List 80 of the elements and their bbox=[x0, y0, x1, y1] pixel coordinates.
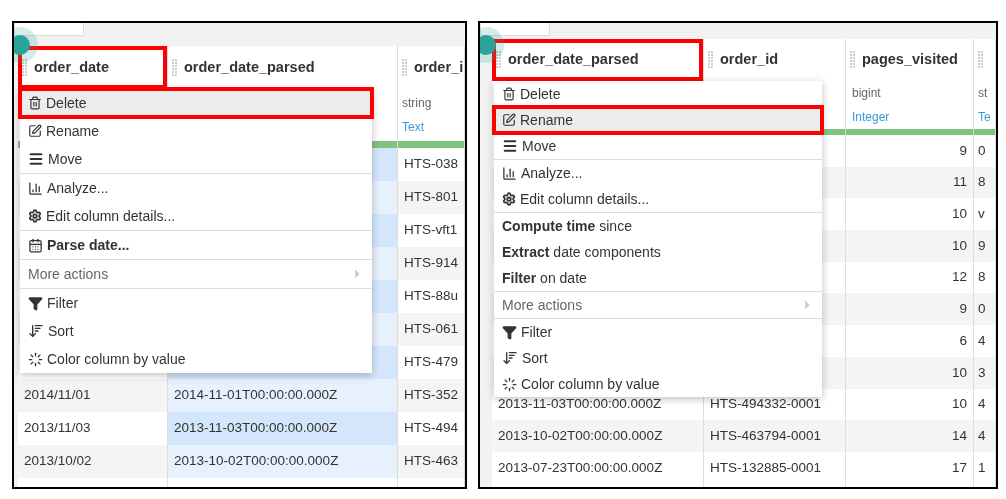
menu-item[interactable]: Extract date components bbox=[494, 239, 822, 265]
table-cell: 9 bbox=[974, 230, 995, 262]
edit-icon bbox=[28, 124, 42, 138]
table-cell: 11 bbox=[846, 166, 973, 199]
ring-icon bbox=[502, 376, 517, 392]
storage-type: string bbox=[402, 95, 433, 112]
table-cell: 2014/11/01 bbox=[18, 379, 167, 412]
drag-handle-icon[interactable] bbox=[172, 58, 178, 77]
table-cell: 2013-11-03T00:00:00.000Z bbox=[168, 412, 397, 445]
menu-item[interactable]: Move bbox=[494, 133, 822, 159]
table-cell: 2013-10-02T00:00:00.000Z bbox=[168, 445, 397, 478]
trash-icon bbox=[502, 87, 516, 101]
menu-item[interactable]: Rename bbox=[20, 117, 372, 145]
menu-item[interactable]: Delete bbox=[20, 89, 372, 117]
menu-item[interactable]: Color column by value bbox=[20, 345, 372, 373]
table-cell: 2013/10/02 bbox=[18, 445, 167, 478]
menu-item[interactable]: Edit column details... bbox=[494, 186, 822, 212]
column-name: order_date_parsed bbox=[184, 57, 315, 77]
drag-handle-icon[interactable] bbox=[496, 51, 502, 69]
sort-icon bbox=[28, 323, 44, 339]
tab[interactable] bbox=[480, 23, 550, 36]
menu-item[interactable]: Sort bbox=[494, 345, 822, 371]
table-cell: 4 bbox=[974, 420, 995, 452]
tab[interactable] bbox=[14, 23, 84, 36]
table-cell: 2014-11-01T00:00:00.000Z bbox=[168, 379, 397, 412]
column-header[interactable]: order_date_parsed bbox=[492, 39, 703, 81]
table-cell: HTS-463794-0001 bbox=[704, 420, 845, 452]
menu-item[interactable]: Move bbox=[20, 145, 372, 173]
funnel-icon bbox=[28, 295, 43, 311]
calendar-icon bbox=[28, 237, 43, 253]
column-name: order_date_parsed bbox=[508, 50, 639, 70]
trash-icon bbox=[28, 96, 42, 110]
menu-item[interactable]: Analyze... bbox=[20, 174, 372, 202]
menu-item[interactable]: Filter bbox=[20, 289, 372, 317]
menu-item[interactable]: Sort bbox=[20, 317, 372, 345]
table-cell: HTS-352 bbox=[398, 379, 464, 412]
drag-handle-icon[interactable] bbox=[978, 51, 984, 69]
settings-icon bbox=[28, 209, 42, 223]
edit-icon bbox=[502, 113, 516, 127]
drag-handle-icon[interactable] bbox=[708, 51, 714, 69]
menu-item[interactable]: More actions bbox=[20, 260, 372, 288]
menu-item[interactable]: Delete bbox=[494, 81, 822, 107]
funnel-icon bbox=[502, 324, 517, 340]
table-cell: 3 bbox=[974, 356, 995, 389]
table-cell: 9 bbox=[846, 293, 973, 326]
column-name: order_i bbox=[414, 57, 464, 77]
lines-icon bbox=[502, 138, 518, 154]
menu-item[interactable]: Filter bbox=[494, 319, 822, 345]
drag-handle-icon[interactable] bbox=[22, 58, 28, 77]
column-header[interactable]: order_date bbox=[18, 46, 167, 89]
settings-icon bbox=[502, 192, 516, 206]
table-cell: 10 bbox=[846, 356, 973, 389]
table-cell: HTS-061 bbox=[398, 313, 464, 346]
table-cell: 10 bbox=[846, 230, 973, 262]
column-name: pages_visited bbox=[862, 50, 958, 70]
menu-item[interactable]: Parse date... bbox=[20, 231, 372, 259]
storage-type: bigint bbox=[852, 85, 882, 102]
menu-item[interactable]: Edit column details... bbox=[20, 202, 372, 230]
sort-icon bbox=[502, 350, 518, 366]
table-cell: 8 bbox=[974, 166, 995, 199]
table-cell: HTS-914 bbox=[398, 247, 464, 280]
menu-item[interactable]: Rename bbox=[494, 107, 822, 133]
menu-item[interactable]: Analyze... bbox=[494, 160, 822, 186]
table-cell: HTS-463 bbox=[398, 445, 464, 478]
storage-type: st bbox=[978, 85, 989, 102]
bar-chart-icon bbox=[502, 165, 517, 181]
bar-chart-icon bbox=[28, 180, 43, 196]
drag-handle-icon[interactable] bbox=[850, 51, 856, 69]
drag-handle-icon[interactable] bbox=[402, 58, 408, 77]
table-cell: 14 bbox=[846, 420, 973, 452]
ring-icon bbox=[28, 351, 43, 367]
table-cell: 0 bbox=[974, 293, 995, 326]
menu-item[interactable]: Compute time since bbox=[494, 213, 822, 239]
column-name: order_id bbox=[720, 50, 778, 70]
table-cell: 2013-10-02T00:00:00.000Z bbox=[492, 420, 703, 452]
column-name: order_date bbox=[34, 57, 109, 77]
lines-icon bbox=[28, 151, 44, 167]
menu-item[interactable]: More actions bbox=[494, 292, 822, 318]
table-cell: HTS-801 bbox=[398, 181, 464, 214]
menu-item[interactable]: Filter on date bbox=[494, 265, 822, 291]
